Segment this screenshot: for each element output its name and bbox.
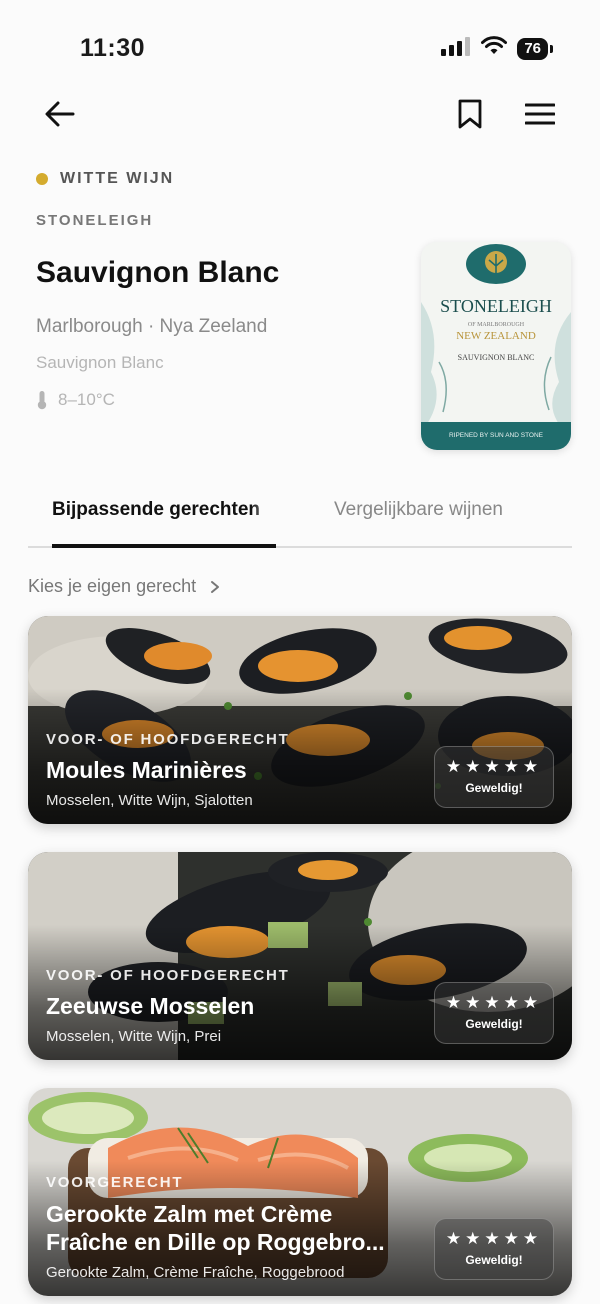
top-nav	[0, 90, 600, 140]
dish-title: Moules Marinières	[46, 757, 247, 783]
wine-grape: Sauvignon Blanc	[36, 353, 164, 372]
bookmark-icon	[458, 99, 482, 129]
dish-course: VOOR- OF HOOFDGERECHT	[46, 967, 290, 984]
label-variety: SAUVIGNON BLANC	[458, 353, 535, 362]
tab-similar-wines[interactable]: Vergelijkbare wijnen	[334, 498, 503, 538]
temperature-value: 8–10°C	[58, 390, 115, 409]
choose-dish-link[interactable]: Kies je eigen gerecht	[28, 576, 220, 597]
wifi-icon	[481, 36, 508, 61]
label-of: OF MARLBOROUGH	[468, 322, 525, 328]
arrow-left-icon	[45, 101, 75, 127]
rating-stars-icon: ★★★★★	[445, 1229, 543, 1249]
wine-type-row: WITTE WIJN	[36, 170, 174, 188]
menu-button[interactable]	[520, 94, 560, 134]
dish-ingredients: Gerookte Zalm, Crème Fraîche, Roggebrood	[46, 1264, 345, 1281]
dish-course: VOORGERECHT	[46, 1174, 184, 1191]
hamburger-menu-icon	[525, 103, 555, 125]
dish-ingredients: Mosselen, Witte Wijn, Sjalotten	[46, 792, 253, 809]
thermometer-icon	[37, 391, 47, 410]
label-tagline: RIPENED BY SUN AND STONE	[449, 432, 544, 439]
serving-temperature: 8–10°C	[36, 390, 115, 410]
rating-label: Geweldig!	[465, 1253, 523, 1267]
signal-icon	[441, 36, 471, 61]
dish-card[interactable]: VOOR- OF HOOFDGERECHT Moules Marinières …	[28, 616, 572, 824]
rating-stars-icon: ★★★★★	[445, 993, 543, 1013]
rating-stars-icon: ★★★★★	[445, 757, 543, 777]
wine-region: Marlborough · Nya Zeeland	[36, 316, 268, 337]
bookmark-button[interactable]	[450, 94, 490, 134]
active-tab-indicator	[52, 544, 276, 548]
status-icons: 76	[441, 36, 553, 61]
back-button[interactable]	[40, 94, 80, 134]
dish-title-line-1: Gerookte Zalm met Crème	[46, 1201, 333, 1227]
wine-name: Sauvignon Blanc	[36, 256, 280, 289]
tab-bar: Bijpassende gerechten Vergelijkbare wijn…	[28, 490, 572, 548]
dish-title: Zeeuwse Mosselen	[46, 993, 255, 1019]
dish-ingredients: Mosselen, Witte Wijn, Prei	[46, 1028, 222, 1045]
choose-dish-label: Kies je eigen gerecht	[28, 576, 197, 596]
rating-badge: ★★★★★ Geweldig!	[434, 746, 554, 808]
status-bar: 11:30 76	[0, 0, 600, 90]
battery-indicator: 76	[517, 37, 553, 60]
rating-label: Geweldig!	[465, 1017, 523, 1031]
dish-title-line-2: Fraîche en Dille op Roggebro...	[46, 1229, 385, 1255]
wine-type-label: WITTE WIJN	[60, 170, 175, 187]
wine-producer: STONELEIGH	[36, 212, 154, 229]
status-time: 11:30	[80, 34, 146, 62]
rating-badge: ★★★★★ Geweldig!	[434, 1218, 554, 1280]
wine-type-dot	[36, 173, 48, 185]
rating-badge: ★★★★★ Geweldig!	[434, 982, 554, 1044]
label-country: NEW ZEALAND	[456, 330, 536, 342]
dish-card[interactable]: VOORGERECHT Gerookte Zalm met Crème Fraî…	[28, 1088, 572, 1296]
rating-label: Geweldig!	[465, 781, 523, 795]
chevron-right-icon	[211, 580, 220, 593]
dish-card[interactable]: VOOR- OF HOOFDGERECHT Zeeuwse Mosselen M…	[28, 852, 572, 1060]
label-brand: STONELEIGH	[440, 296, 552, 316]
wine-label-image: STONELEIGH OF MARLBOROUGH NEW ZEALAND SA…	[421, 242, 571, 450]
tab-matching-dishes[interactable]: Bijpassende gerechten	[52, 498, 276, 538]
dish-course: VOOR- OF HOOFDGERECHT	[46, 731, 290, 748]
